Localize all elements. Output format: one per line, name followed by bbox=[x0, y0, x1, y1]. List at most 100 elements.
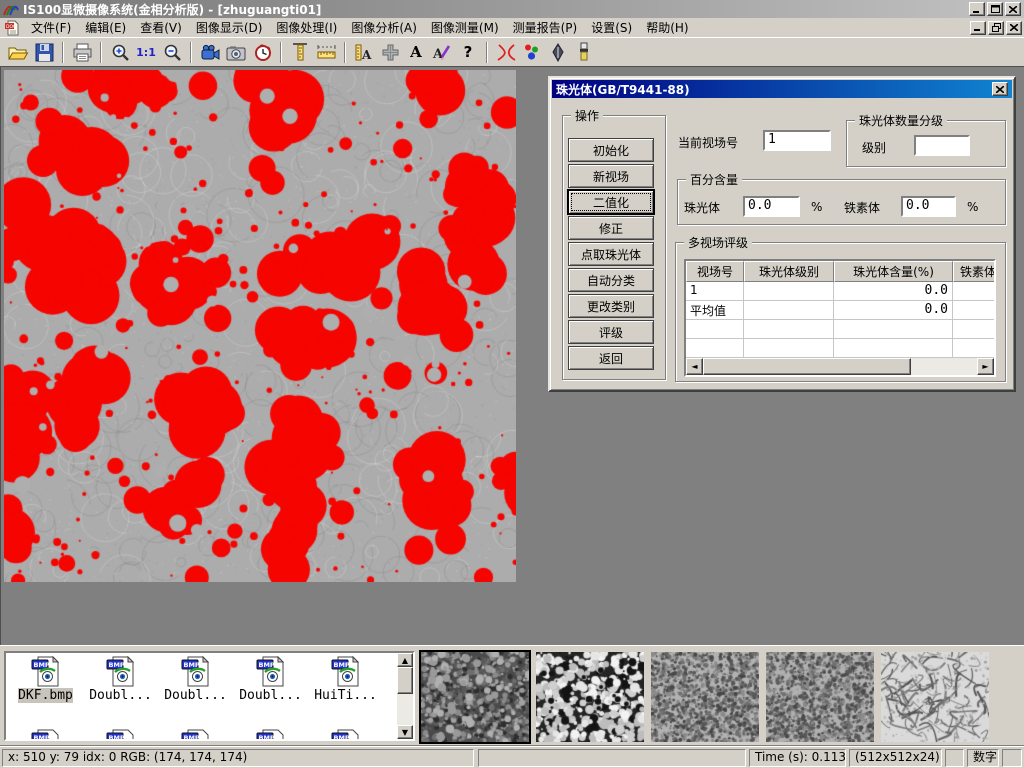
thumbnail-3[interactable] bbox=[651, 652, 759, 742]
menu-report[interactable]: 测量报告(P) bbox=[506, 18, 585, 37]
table-horizontal-scrollbar[interactable]: ◄ ► bbox=[686, 358, 994, 375]
pen-button[interactable] bbox=[545, 40, 571, 65]
pick-pearlite-button[interactable]: 点取珠光体 bbox=[568, 242, 654, 266]
file-list[interactable]: BMP DKF.bmp BMP bbox=[4, 651, 415, 741]
file-item[interactable]: BMP Doubl... bbox=[158, 656, 233, 703]
clock-icon bbox=[252, 42, 272, 62]
return-button[interactable]: 返回 bbox=[568, 346, 654, 370]
menu-help[interactable]: 帮助(H) bbox=[639, 18, 695, 37]
phase-marker-button[interactable] bbox=[519, 40, 545, 65]
ruler-button[interactable] bbox=[313, 40, 339, 65]
auto-classify-button[interactable]: 自动分类 bbox=[568, 268, 654, 292]
file-item[interactable]: BMP DKF.bmp bbox=[8, 656, 83, 703]
brush-button[interactable] bbox=[571, 40, 597, 65]
file-item[interactable]: BMP Doubl... bbox=[233, 656, 308, 703]
scroll-right-button[interactable]: ► bbox=[977, 358, 994, 375]
table-row[interactable]: 平均值 0.0 bbox=[686, 301, 994, 320]
open-button[interactable] bbox=[5, 40, 31, 65]
minimize-button[interactable] bbox=[969, 2, 985, 16]
label-measure-button[interactable]: A bbox=[351, 40, 377, 65]
thumbnail-2[interactable] bbox=[536, 652, 644, 742]
col-field: 视场号 bbox=[686, 261, 744, 282]
specimen-image[interactable] bbox=[4, 70, 516, 582]
time-status: Time (s): 0.113 bbox=[749, 749, 846, 767]
thumbnail-strip bbox=[421, 652, 989, 742]
binarize-button[interactable]: 二值化 bbox=[568, 190, 654, 214]
file-item[interactable]: BMP bbox=[158, 729, 233, 741]
menu-image-process[interactable]: 图像处理(I) bbox=[269, 18, 344, 37]
menu-settings[interactable]: 设置(S) bbox=[584, 18, 639, 37]
menu-file[interactable]: 文件(F) bbox=[24, 18, 78, 37]
dialog-title: 珠光体(GB/T9441-88) bbox=[556, 81, 690, 98]
save-button[interactable] bbox=[31, 40, 57, 65]
cell-field: 平均值 bbox=[686, 301, 744, 319]
scroll-left-button[interactable]: ◄ bbox=[686, 358, 703, 375]
menu-image-measure[interactable]: 图像测量(M) bbox=[424, 18, 506, 37]
help-button[interactable]: ? bbox=[455, 40, 481, 65]
restore-icon bbox=[992, 23, 1001, 32]
mdi-minimize-button[interactable] bbox=[970, 21, 986, 35]
mdi-window-controls bbox=[968, 21, 1022, 35]
bmp-file-icon: BMP bbox=[31, 729, 61, 741]
file-item[interactable]: BMP HuiTi... bbox=[308, 656, 383, 703]
text-button[interactable]: A bbox=[403, 40, 429, 65]
file-item[interactable]: BMP bbox=[233, 729, 308, 741]
caliper-icon bbox=[291, 42, 309, 62]
print-button[interactable] bbox=[69, 40, 95, 65]
toolbar-separator bbox=[100, 42, 102, 63]
printer-icon bbox=[72, 43, 92, 62]
ruler-text-icon: A bbox=[354, 43, 374, 62]
file-item[interactable]: BMP Doubl... bbox=[83, 656, 158, 703]
menu-edit[interactable]: 编辑(E) bbox=[78, 18, 133, 37]
file-item[interactable]: BMP bbox=[308, 729, 383, 741]
zoom-in-button[interactable] bbox=[107, 40, 133, 65]
initialize-button[interactable]: 初始化 bbox=[568, 138, 654, 162]
menu-image-analysis[interactable]: 图像分析(A) bbox=[344, 18, 424, 37]
stitch-button[interactable] bbox=[377, 40, 403, 65]
scroll-up-button[interactable]: ▲ bbox=[397, 653, 413, 667]
menu-view[interactable]: 查看(V) bbox=[133, 18, 189, 37]
file-list-scrollbar[interactable]: ▲ ▼ bbox=[397, 653, 413, 739]
grade-input[interactable] bbox=[914, 135, 970, 156]
change-class-button[interactable]: 更改类别 bbox=[568, 294, 654, 318]
table-row[interactable]: 1 0.0 bbox=[686, 282, 994, 301]
toolbar: 1:1 bbox=[0, 37, 1024, 66]
scrollbar-thumb[interactable] bbox=[703, 358, 911, 375]
video-capture-button[interactable] bbox=[197, 40, 223, 65]
file-item[interactable]: BMP bbox=[8, 729, 83, 741]
thumbnail-4[interactable] bbox=[766, 652, 874, 742]
snapshot-button[interactable] bbox=[223, 40, 249, 65]
scrollbar-thumb[interactable] bbox=[397, 667, 413, 694]
ruler-icon bbox=[316, 43, 337, 61]
calibration-curve-button[interactable] bbox=[493, 40, 519, 65]
svg-text:BMP: BMP bbox=[183, 734, 199, 741]
current-field-input[interactable]: 1 bbox=[763, 130, 831, 151]
new-field-button[interactable]: 新视场 bbox=[568, 164, 654, 188]
actual-size-button[interactable]: 1:1 bbox=[133, 40, 159, 65]
maximize-button[interactable] bbox=[987, 2, 1003, 16]
ferrite-label: 铁素体 bbox=[844, 199, 880, 216]
file-item[interactable]: BMP bbox=[83, 729, 158, 741]
zoom-out-button[interactable] bbox=[159, 40, 185, 65]
mdi-close-button[interactable] bbox=[1006, 21, 1022, 35]
correct-button[interactable]: 修正 bbox=[568, 216, 654, 240]
open-folder-icon bbox=[7, 43, 29, 62]
status-panel-empty bbox=[945, 749, 964, 767]
image-size-status: (512x512x24) bbox=[849, 749, 942, 767]
dialog-close-button[interactable] bbox=[992, 82, 1008, 96]
mdi-restore-button[interactable] bbox=[988, 21, 1004, 35]
rate-button[interactable]: 评级 bbox=[568, 320, 654, 344]
pearlite-dialog: 珠光体(GB/T9441-88) 操作 初始化 新视场 二值化 修正 点取珠光体… bbox=[548, 76, 1016, 392]
timer-button[interactable] bbox=[249, 40, 275, 65]
height-gauge-button[interactable] bbox=[287, 40, 313, 65]
menu-image-display[interactable]: 图像显示(D) bbox=[189, 18, 270, 37]
ferrite-percent-input[interactable]: 0.0 bbox=[901, 196, 956, 217]
annotate-button[interactable]: A bbox=[429, 40, 455, 65]
thumbnail-5[interactable] bbox=[881, 652, 989, 742]
file-name: Doubl... bbox=[164, 688, 227, 703]
close-button[interactable] bbox=[1005, 2, 1021, 16]
thumbnail-1[interactable] bbox=[421, 652, 529, 742]
scroll-down-button[interactable]: ▼ bbox=[397, 725, 413, 739]
file-name: HuiTi... bbox=[314, 688, 377, 703]
pearlite-percent-input[interactable]: 0.0 bbox=[743, 196, 800, 217]
